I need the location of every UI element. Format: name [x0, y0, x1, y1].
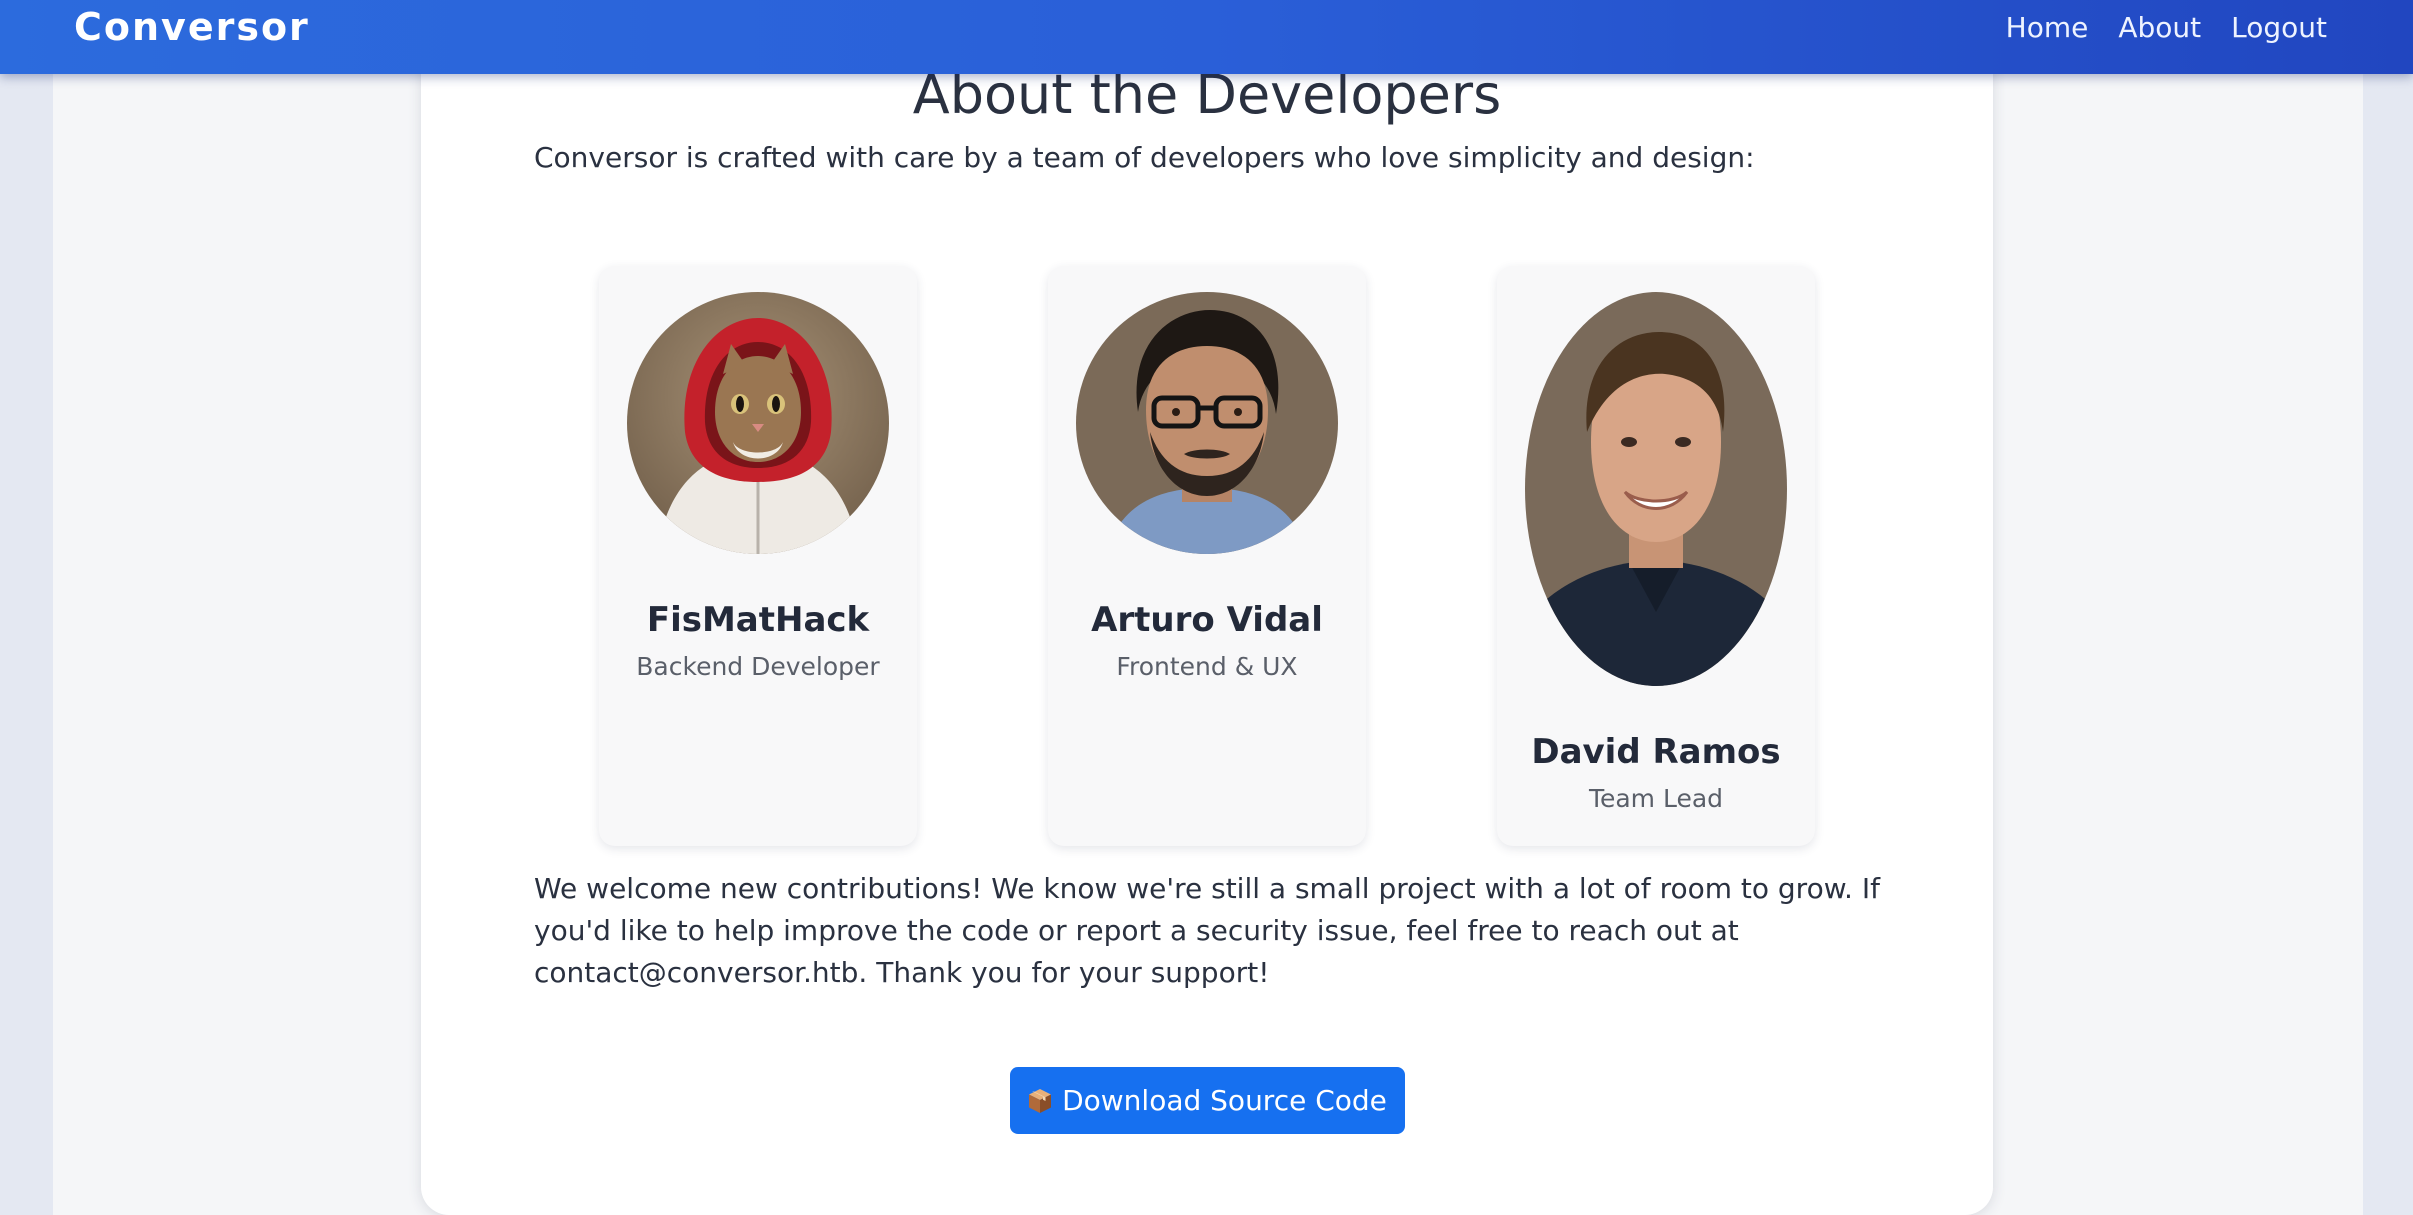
nav-link-logout[interactable]: Logout — [2231, 11, 2327, 44]
developer-card-fismathack: FisMatHack Backend Developer — [599, 266, 917, 846]
developer-role: Frontend & UX — [1116, 652, 1298, 681]
avatar — [1525, 292, 1787, 686]
top-navbar: Conversor Home About Logout — [0, 0, 2413, 74]
contribution-text: We welcome new contributions! We know we… — [534, 872, 1880, 989]
avatar — [627, 292, 889, 554]
developer-name: David Ramos — [1531, 732, 1781, 772]
package-icon — [1028, 1088, 1052, 1114]
developer-role: Backend Developer — [636, 652, 880, 681]
intro-text: Conversor is crafted with care by a team… — [534, 141, 1755, 174]
developer-card-arturo-vidal: Arturo Vidal Frontend & UX — [1048, 266, 1366, 846]
cat-avatar-image — [627, 292, 889, 554]
download-button-label: Download Source Code — [1062, 1084, 1387, 1117]
brand-logo[interactable]: Conversor — [74, 0, 310, 54]
about-card: About the Developers Conversor is crafte… — [421, 30, 1993, 1215]
developer-name: FisMatHack — [646, 600, 870, 640]
avatar — [1076, 292, 1338, 554]
download-source-code-button[interactable]: Download Source Code — [1010, 1067, 1405, 1134]
nav-link-about[interactable]: About — [2118, 11, 2201, 44]
developer-card-david-ramos: David Ramos Team Lead — [1497, 266, 1815, 846]
nav-links: Home About Logout — [2006, 0, 2327, 54]
nav-link-home[interactable]: Home — [2006, 11, 2089, 44]
man-with-glasses-avatar-image — [1076, 292, 1338, 554]
developer-name: Arturo Vidal — [1091, 600, 1323, 640]
smiling-man-avatar-image — [1525, 292, 1787, 686]
developer-role: Team Lead — [1588, 784, 1724, 813]
